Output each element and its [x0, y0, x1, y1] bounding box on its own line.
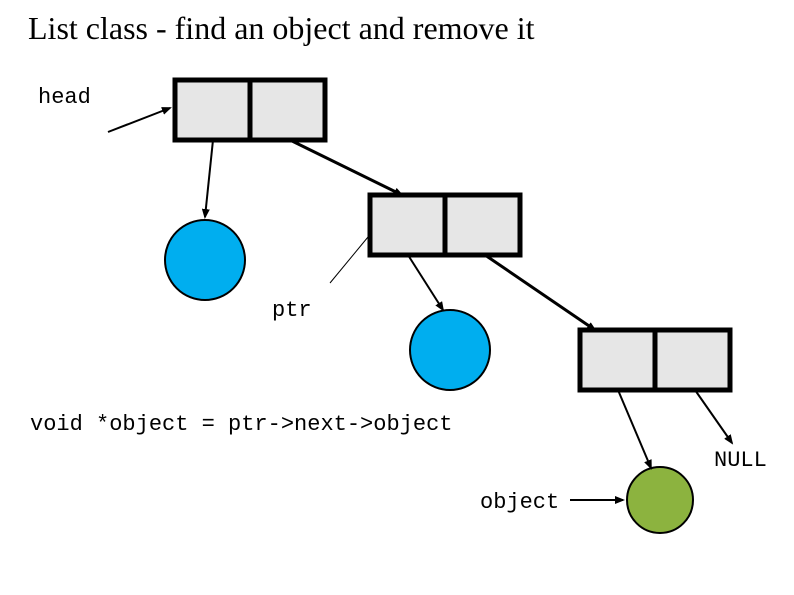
arrow [290, 140, 402, 195]
list-node [175, 80, 325, 140]
data-circle [627, 467, 693, 533]
arrow [205, 140, 213, 217]
arrow [618, 390, 651, 468]
arrow [108, 108, 170, 132]
list-node [580, 330, 730, 390]
data-circle [165, 220, 245, 300]
arrow [485, 255, 595, 330]
data-circle [410, 310, 490, 390]
arrow [695, 390, 732, 443]
list-node [370, 195, 520, 255]
arrow [330, 237, 368, 283]
diagram-svg [0, 0, 794, 595]
diagram-stage: List class - find an object and remove i… [0, 0, 794, 595]
arrow [408, 255, 443, 310]
